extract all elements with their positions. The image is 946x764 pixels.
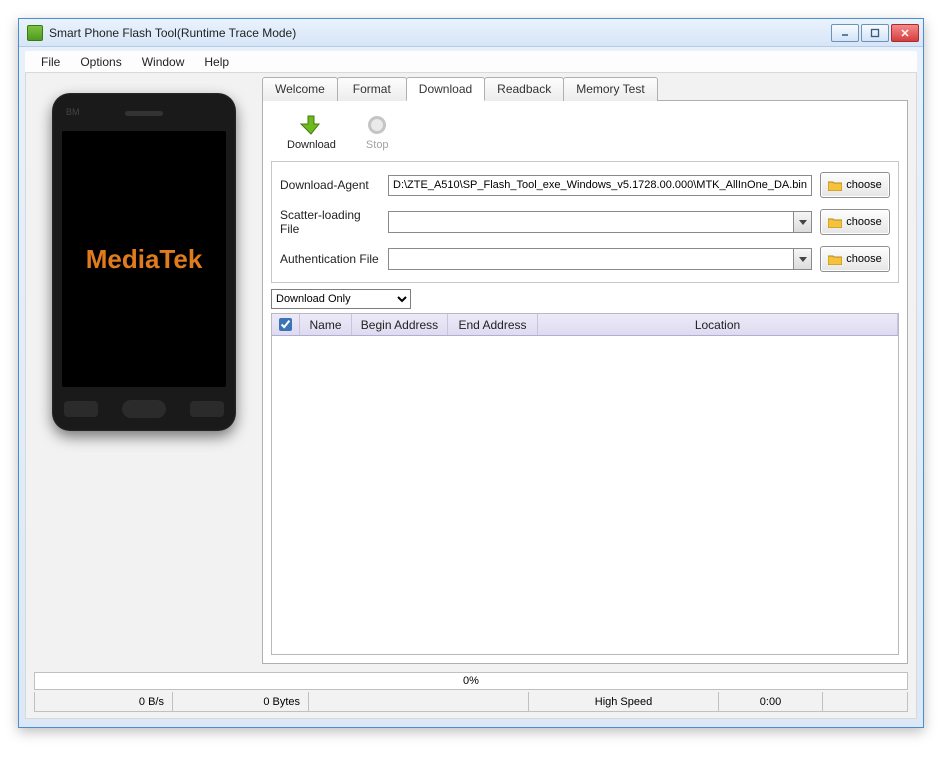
status-region (309, 692, 529, 711)
phone-menu-button (64, 401, 98, 417)
scatter-choose-button[interactable]: choose (820, 209, 890, 235)
phone-brand: MediaTek (86, 244, 203, 275)
tab-welcome[interactable]: Welcome (262, 77, 338, 101)
titlebar: Smart Phone Flash Tool(Runtime Trace Mod… (19, 19, 923, 47)
th-name[interactable]: Name (300, 314, 352, 335)
close-button[interactable] (891, 24, 919, 42)
scatter-choose-label: choose (846, 216, 881, 228)
th-location[interactable]: Location (538, 314, 898, 335)
chevron-down-icon (793, 212, 811, 232)
tab-readback[interactable]: Readback (484, 77, 564, 101)
status-speed: 0 B/s (35, 692, 173, 711)
status-connection: High Speed (529, 692, 719, 711)
menu-options[interactable]: Options (70, 53, 131, 71)
folder-icon (828, 180, 842, 191)
progress-bar: 0% (34, 672, 908, 690)
select-all-checkbox[interactable] (279, 318, 292, 331)
stop-button-label: Stop (366, 139, 389, 151)
chevron-down-icon (793, 249, 811, 269)
menu-help[interactable]: Help (194, 53, 239, 71)
phone-screen: MediaTek (62, 131, 226, 387)
right-pane: Welcome Format Download Readback Memory … (262, 73, 916, 666)
phone-pane: BM MediaTek (26, 73, 262, 666)
download-button[interactable]: Download (287, 113, 336, 151)
status-extra (823, 692, 907, 711)
tab-strip: Welcome Format Download Readback Memory … (262, 77, 908, 101)
menubar: File Options Window Help (25, 51, 917, 73)
menu-file[interactable]: File (31, 53, 70, 71)
toolbar: Download Stop (271, 109, 899, 161)
phone-bm-label: BM (66, 107, 80, 117)
folder-icon (828, 254, 842, 265)
phone-button-bar (52, 395, 236, 423)
mode-row: Download Only (271, 289, 899, 309)
download-arrow-icon (299, 113, 323, 137)
auth-choose-button[interactable]: choose (820, 246, 890, 272)
da-choose-label: choose (846, 179, 881, 191)
auth-choose-label: choose (846, 253, 881, 265)
folder-icon (828, 217, 842, 228)
phone-back-button (190, 401, 224, 417)
phone-illustration: BM MediaTek (52, 93, 236, 431)
tab-memory-test[interactable]: Memory Test (563, 77, 657, 101)
mode-select[interactable]: Download Only (271, 289, 411, 309)
client-area: BM MediaTek Welcome Format Download Read… (25, 73, 917, 719)
phone-speaker (125, 111, 163, 116)
da-path-input[interactable] (388, 175, 812, 196)
scatter-combo[interactable] (388, 211, 812, 233)
th-checkbox (272, 314, 300, 335)
da-label: Download-Agent (280, 178, 380, 192)
status-bytes: 0 Bytes (173, 692, 309, 711)
partition-table: Name Begin Address End Address Location (271, 313, 899, 655)
app-window: Smart Phone Flash Tool(Runtime Trace Mod… (18, 18, 924, 728)
status-bar: 0 B/s 0 Bytes High Speed 0:00 (34, 692, 908, 712)
auth-label: Authentication File (280, 252, 380, 266)
stop-button[interactable]: Stop (366, 113, 389, 151)
status-time: 0:00 (719, 692, 823, 711)
da-choose-button[interactable]: choose (820, 172, 890, 198)
th-begin-address[interactable]: Begin Address (352, 314, 448, 335)
download-button-label: Download (287, 139, 336, 151)
maximize-button[interactable] (861, 24, 889, 42)
app-icon (27, 25, 43, 41)
phone-home-button (122, 400, 166, 418)
progress-percent: 0% (463, 675, 479, 687)
auth-combo[interactable] (388, 248, 812, 270)
tab-format[interactable]: Format (337, 77, 407, 101)
th-end-address[interactable]: End Address (448, 314, 538, 335)
progress-area: 0% (34, 672, 908, 690)
table-header: Name Begin Address End Address Location (272, 314, 898, 336)
tab-download[interactable]: Download (406, 77, 485, 101)
stop-icon (368, 116, 386, 134)
file-group: Download-Agent choose Scatter-loading Fi… (271, 161, 899, 283)
menu-window[interactable]: Window (132, 53, 195, 71)
scatter-label: Scatter-loading File (280, 208, 380, 236)
window-title: Smart Phone Flash Tool(Runtime Trace Mod… (49, 26, 829, 40)
download-panel: Download Stop Download-Agent (262, 100, 908, 664)
minimize-button[interactable] (831, 24, 859, 42)
